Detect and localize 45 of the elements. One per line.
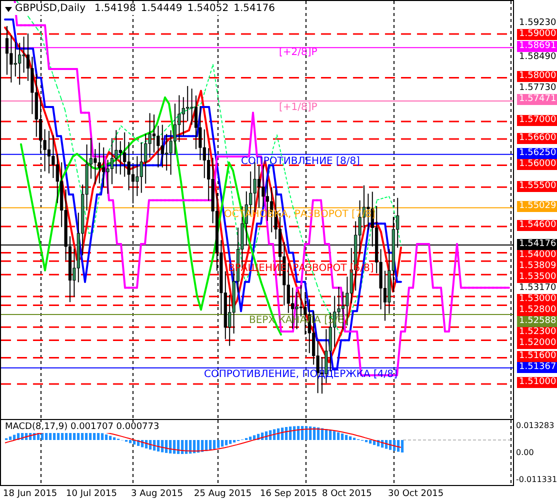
price-tag: 1.55500 bbox=[517, 180, 557, 192]
axis-tick-label: 1.59230 bbox=[519, 18, 556, 28]
axis-tick-label: 1.57730 bbox=[519, 83, 556, 94]
price-tag: 1.51367 bbox=[517, 362, 557, 374]
price-tag: 1.58691 bbox=[517, 41, 557, 52]
price-tag: 1.52800 bbox=[517, 304, 557, 316]
price-tag: 1.56000 bbox=[517, 158, 557, 170]
date-label: 10 Jul 2015 bbox=[66, 489, 117, 500]
price-tag: 1.51600 bbox=[517, 351, 557, 362]
price-tag: 1.54176 bbox=[517, 238, 557, 250]
price-value: 1.54198 bbox=[94, 3, 136, 15]
price-tag: 1.51000 bbox=[517, 377, 557, 388]
axis-tick-label: 1.53170 bbox=[519, 282, 556, 294]
price-tag: 1.56600 bbox=[517, 132, 557, 144]
price-tag: 1.52300 bbox=[517, 326, 557, 338]
date-label: 25 Aug 2015 bbox=[194, 489, 252, 500]
price-value: 1.54449 bbox=[140, 3, 182, 15]
macd-title: MACD(8,17,9) 0.001707 0.000773 bbox=[5, 422, 160, 433]
price-value: 1.54176 bbox=[234, 3, 275, 15]
price-tag: 1.55029 bbox=[517, 201, 557, 212]
price-tag: 1.52588 bbox=[517, 316, 557, 327]
price-tag: 1.56250 bbox=[517, 148, 557, 159]
price-tag: 1.58000 bbox=[517, 71, 557, 82]
date-label: 3 Aug 2015 bbox=[131, 489, 183, 500]
price-value: 1.54052 bbox=[187, 3, 229, 15]
price-tag: 1.52000 bbox=[517, 338, 557, 349]
chart-symbol: GBPUSD,Daily bbox=[15, 3, 86, 15]
level-label: [+1/8]P bbox=[279, 102, 318, 114]
date-label: 8 Oct 2015 bbox=[322, 489, 372, 500]
price-tag: 1.54000 bbox=[517, 250, 557, 261]
axis-tick-label: -0.011331 bbox=[516, 475, 557, 485]
level-label: [+2/8]P bbox=[279, 47, 318, 59]
price-tag: 1.57000 bbox=[517, 115, 557, 126]
axis-tick-label: 0.00 bbox=[516, 448, 535, 458]
date-label: 18 Jun 2015 bbox=[3, 489, 58, 500]
price-tag: 1.53000 bbox=[517, 294, 557, 305]
date-label: 30 Oct 2015 bbox=[388, 489, 444, 500]
price-tag: 1.53500 bbox=[517, 272, 557, 283]
price-tag: 1.59000 bbox=[517, 28, 557, 40]
price-tag: 1.53809 bbox=[517, 260, 557, 272]
axis-tick-label: 1.58490 bbox=[519, 52, 556, 64]
date-label: 16 Sep 2015 bbox=[260, 489, 318, 500]
price-tag: 1.54600 bbox=[517, 220, 557, 232]
axis-tick-label: 0.013283 bbox=[516, 421, 556, 431]
price-tag: 1.57471 bbox=[517, 94, 557, 106]
